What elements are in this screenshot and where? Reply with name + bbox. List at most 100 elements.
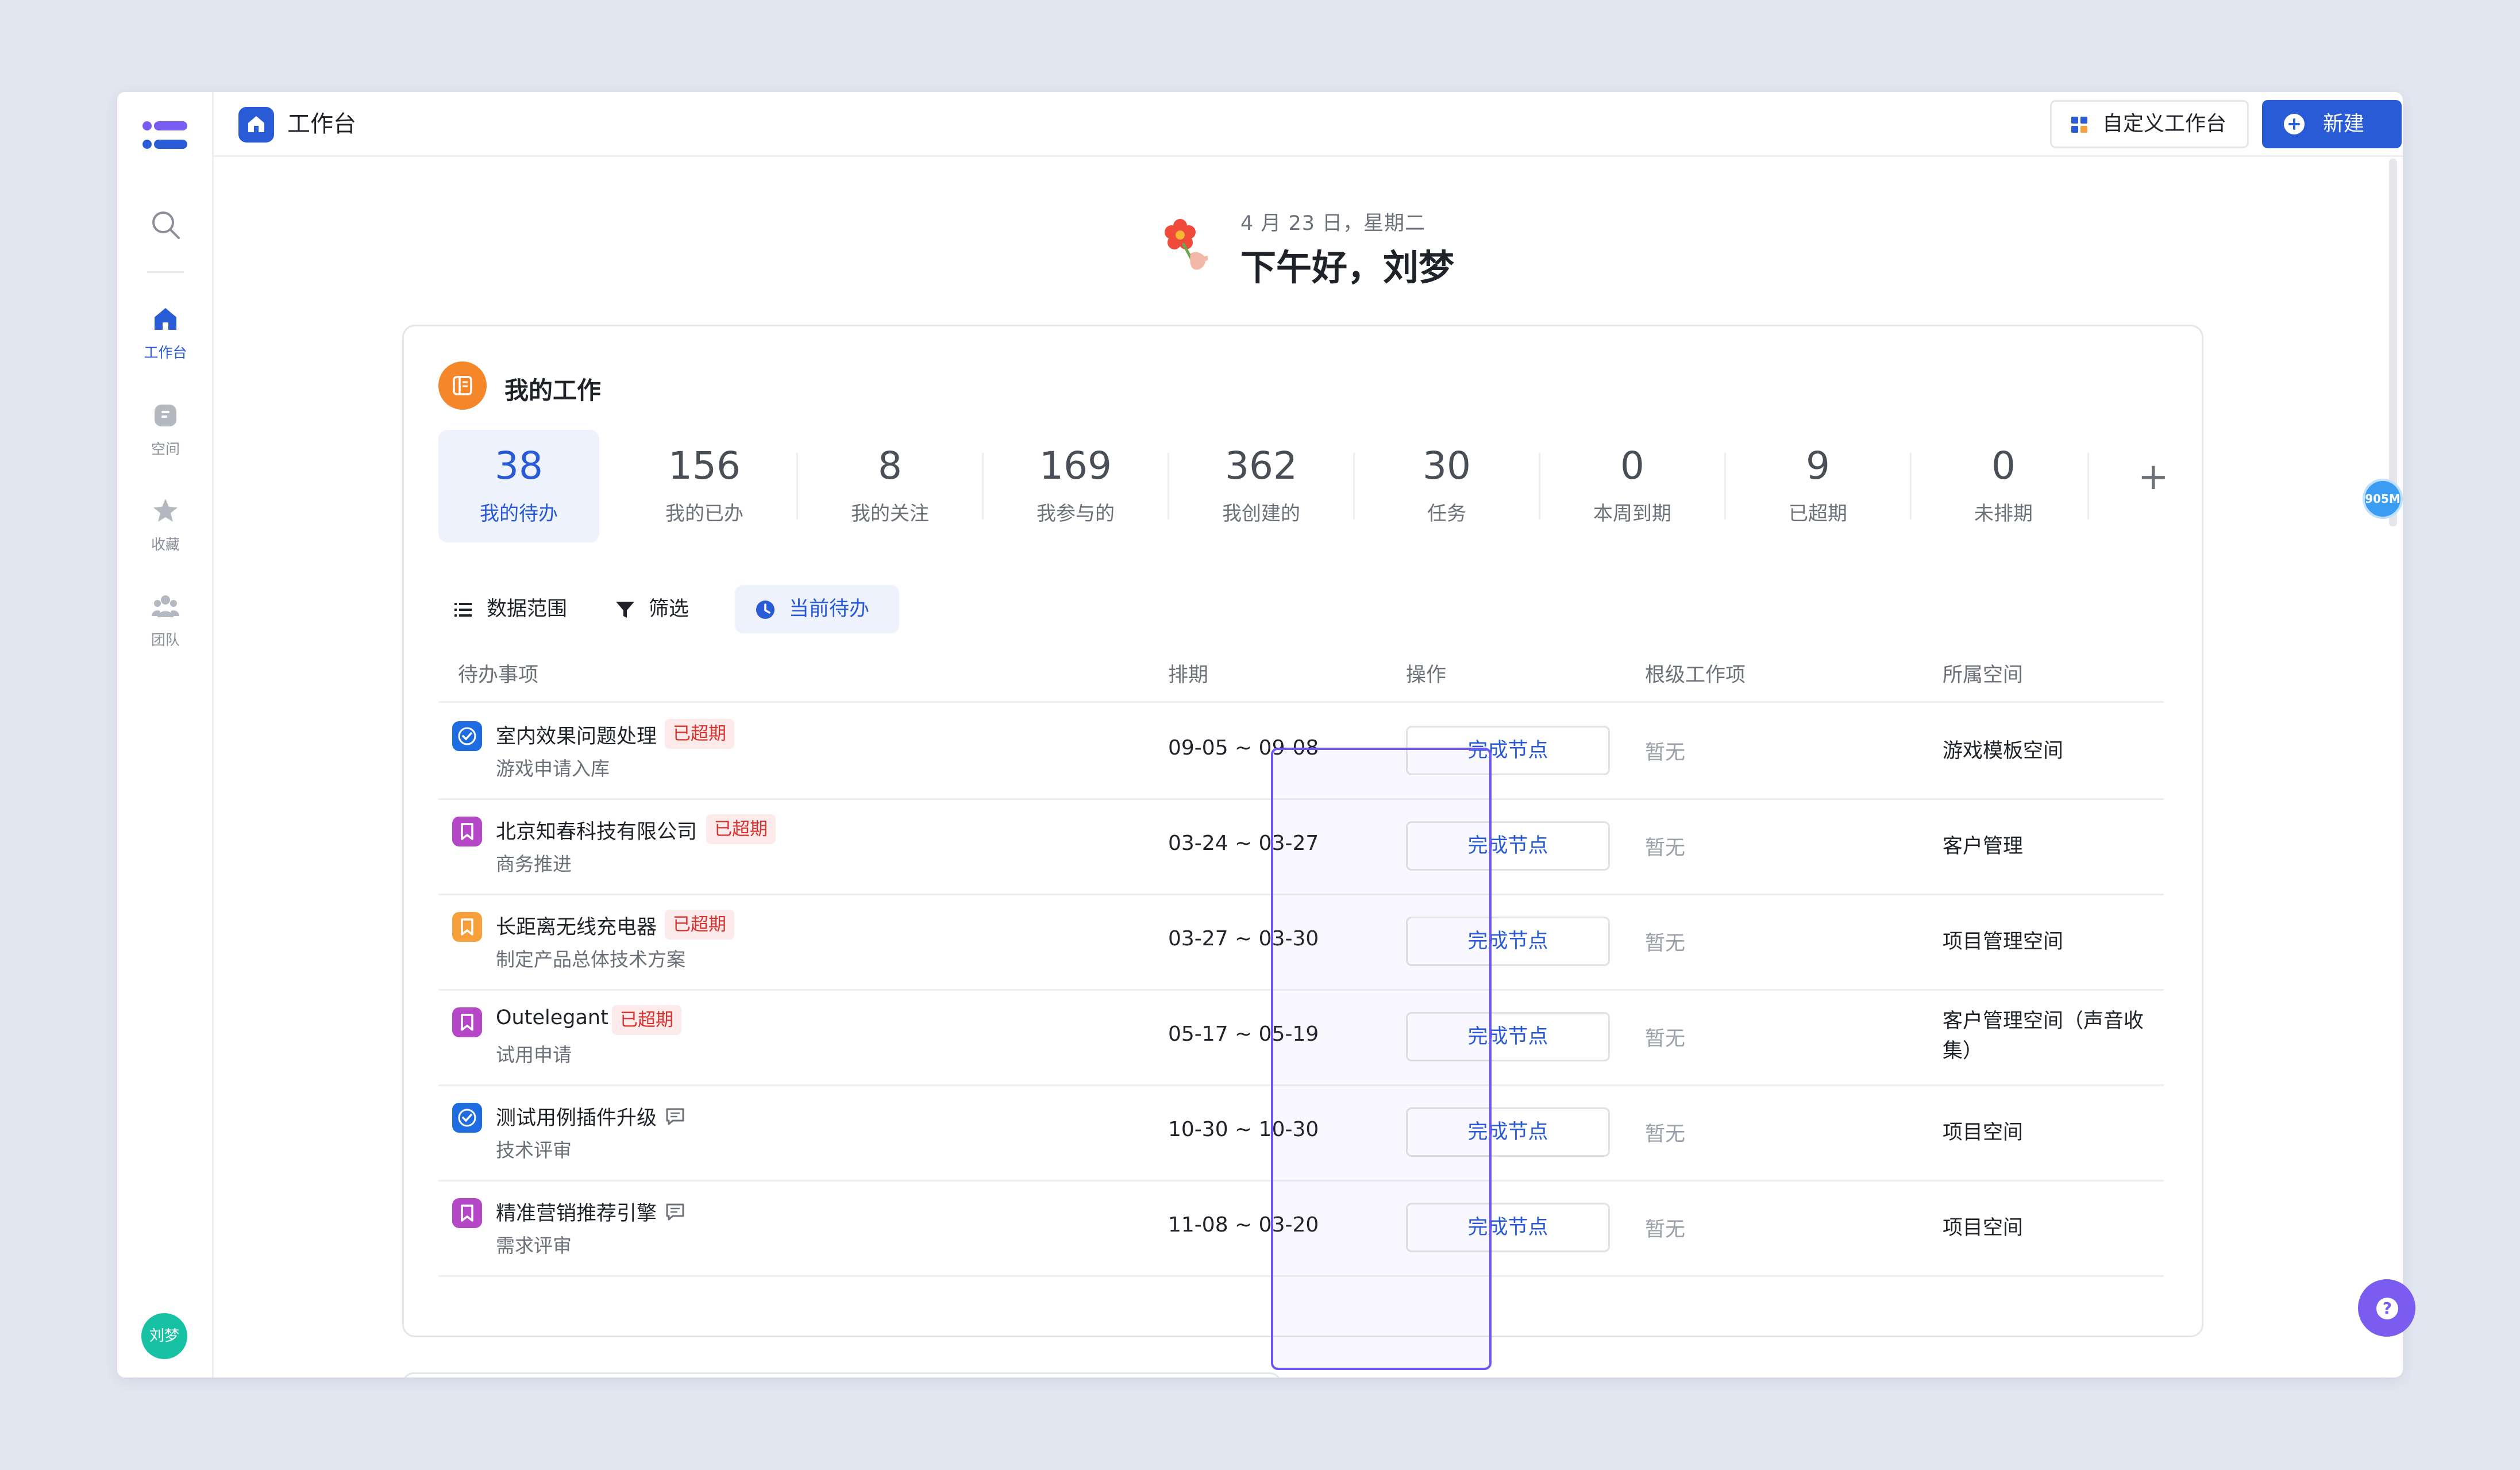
stat-label: 我创建的 xyxy=(1222,502,1300,525)
stat-value: 38 xyxy=(495,444,543,488)
new-button[interactable]: 新建 xyxy=(2262,100,2402,148)
sidebar: 工作台 空间 收藏 团队 刘梦 xyxy=(117,92,214,1377)
stat-my-todo[interactable]: 38 我的待办 xyxy=(438,430,599,542)
bookmark-icon xyxy=(452,912,482,942)
data-scope-label: 数据范围 xyxy=(487,598,568,621)
comment-icon[interactable] xyxy=(664,1105,687,1128)
current-todo-button[interactable]: 当前待办 xyxy=(735,585,899,633)
customize-workbench-label: 自定义工作台 xyxy=(2102,112,2227,136)
todo-title[interactable]: 测试用例插件升级 xyxy=(496,1102,657,1131)
check-circle-icon xyxy=(452,721,482,751)
stat-label: 未排期 xyxy=(1974,502,2033,525)
avatar[interactable]: 刘梦 xyxy=(141,1313,187,1359)
stat-my-follow[interactable]: 8 我的关注 xyxy=(810,430,970,542)
stat-unscheduled[interactable]: 0 未排期 xyxy=(1923,430,2084,542)
todo-title[interactable]: 室内效果问题处理 xyxy=(496,720,657,749)
comment-icon[interactable] xyxy=(664,1200,687,1223)
space-name[interactable]: 项目空间 xyxy=(1943,1118,2161,1148)
todo-subtitle: 需求评审 xyxy=(496,1234,572,1257)
todo-title[interactable]: 长距离无线充电器 xyxy=(496,911,657,940)
page-title: 工作台 xyxy=(287,111,356,137)
stat-created[interactable]: 362 我创建的 xyxy=(1181,430,1342,542)
parent-item: 暂无 xyxy=(1645,1123,1686,1146)
todo-subtitle: 游戏申请入库 xyxy=(496,757,610,780)
scrollbar-thumb[interactable] xyxy=(2389,159,2397,526)
stat-label: 任务 xyxy=(1427,502,1466,525)
bookmark-icon xyxy=(452,1007,482,1037)
space-name[interactable]: 项目管理空间 xyxy=(1943,927,2161,957)
bookmark-icon xyxy=(452,1198,482,1228)
space-icon xyxy=(155,405,176,426)
filter-button[interactable]: 筛选 xyxy=(594,585,697,633)
sidebar-item-label: 工作台 xyxy=(144,344,187,361)
team-icon xyxy=(152,595,179,617)
schedule-column-highlight xyxy=(1271,748,1492,1370)
sidebar-item-favorites[interactable]: 收藏 xyxy=(117,497,214,560)
stat-my-done[interactable]: 156 我的已办 xyxy=(624,430,785,542)
todo-subtitle: 商务推进 xyxy=(496,853,572,875)
overdue-badge: 已超期 xyxy=(612,1005,681,1035)
work-book-icon xyxy=(438,361,487,410)
secondary-card xyxy=(402,1372,1281,1377)
sidebar-item-team[interactable]: 团队 xyxy=(117,592,214,655)
help-button[interactable]: ? xyxy=(2358,1279,2415,1337)
stat-label: 我的已办 xyxy=(665,502,743,525)
memory-badge[interactable]: 905M xyxy=(2363,479,2403,519)
top-bar: 工作台 自定义工作台 新建 xyxy=(214,92,2403,157)
todo-title[interactable]: 北京知春科技有限公司 xyxy=(496,815,697,845)
column-header-schedule: 排期 xyxy=(1168,664,1209,687)
app-logo-icon[interactable] xyxy=(141,118,190,155)
data-scope-button[interactable]: 数据范围 xyxy=(438,585,582,633)
clock-icon xyxy=(756,601,775,619)
space-name[interactable]: 客户管理 xyxy=(1943,832,2161,861)
customize-workbench-button[interactable]: 自定义工作台 xyxy=(2050,100,2249,148)
filter-icon xyxy=(616,602,634,618)
stat-tasks[interactable]: 30 任务 xyxy=(1366,430,1527,542)
current-todo-label: 当前待办 xyxy=(789,598,870,621)
stat-value: 0 xyxy=(1991,444,2016,488)
todo-subtitle: 技术评审 xyxy=(496,1139,572,1161)
column-header-action: 操作 xyxy=(1406,664,1447,687)
greeting-date: 4 月 23 日，星期二 xyxy=(1240,212,1426,235)
search-icon[interactable] xyxy=(148,207,183,243)
stat-participated[interactable]: 169 我参与的 xyxy=(995,430,1156,542)
help-icon: ? xyxy=(2376,1298,2398,1319)
sidebar-divider xyxy=(147,271,184,273)
column-header-parent: 根级工作项 xyxy=(1645,664,1746,687)
sidebar-item-space[interactable]: 空间 xyxy=(117,401,214,464)
todo-title[interactable]: 精准营销推荐引擎 xyxy=(496,1197,657,1226)
add-stat-button[interactable]: + xyxy=(2138,456,2169,498)
stat-separator xyxy=(796,453,798,519)
stat-value: 362 xyxy=(1225,444,1297,488)
new-button-label: 新建 xyxy=(2323,112,2365,136)
filter-label: 筛选 xyxy=(649,598,689,621)
stat-separator xyxy=(1353,453,1355,519)
list-icon xyxy=(454,603,472,617)
star-icon xyxy=(153,499,178,522)
sidebar-item-workbench[interactable]: 工作台 xyxy=(117,305,214,368)
stat-separator xyxy=(1910,453,1912,519)
check-circle-icon xyxy=(452,1103,482,1133)
card-title: 我的工作 xyxy=(504,376,602,405)
home-icon xyxy=(155,308,176,330)
sidebar-item-label: 团队 xyxy=(151,632,180,648)
stat-due-this-week[interactable]: 0 本周到期 xyxy=(1552,430,1713,542)
todo-title[interactable]: Outelegant xyxy=(496,1006,608,1029)
stat-value: 156 xyxy=(668,444,741,488)
sidebar-item-label: 收藏 xyxy=(151,536,180,553)
space-name[interactable]: 游戏模板空间 xyxy=(1943,736,2161,766)
stat-separator xyxy=(1167,453,1169,519)
grid-icon xyxy=(2071,117,2087,133)
workbench-home-icon xyxy=(238,107,274,143)
bookmark-icon xyxy=(452,817,482,846)
column-header-item: 待办事项 xyxy=(458,664,539,687)
stat-value: 8 xyxy=(878,444,902,488)
space-name[interactable]: 项目空间 xyxy=(1943,1213,2161,1243)
parent-item: 暂无 xyxy=(1645,741,1686,764)
stat-separator xyxy=(982,453,984,519)
stat-value: 169 xyxy=(1039,444,1112,488)
stat-separator xyxy=(1724,453,1726,519)
plus-circle-icon xyxy=(2284,114,2305,134)
stat-overdue[interactable]: 9 已超期 xyxy=(1737,430,1898,542)
space-name[interactable]: 客户管理空间（声音收集） xyxy=(1943,1006,2161,1066)
